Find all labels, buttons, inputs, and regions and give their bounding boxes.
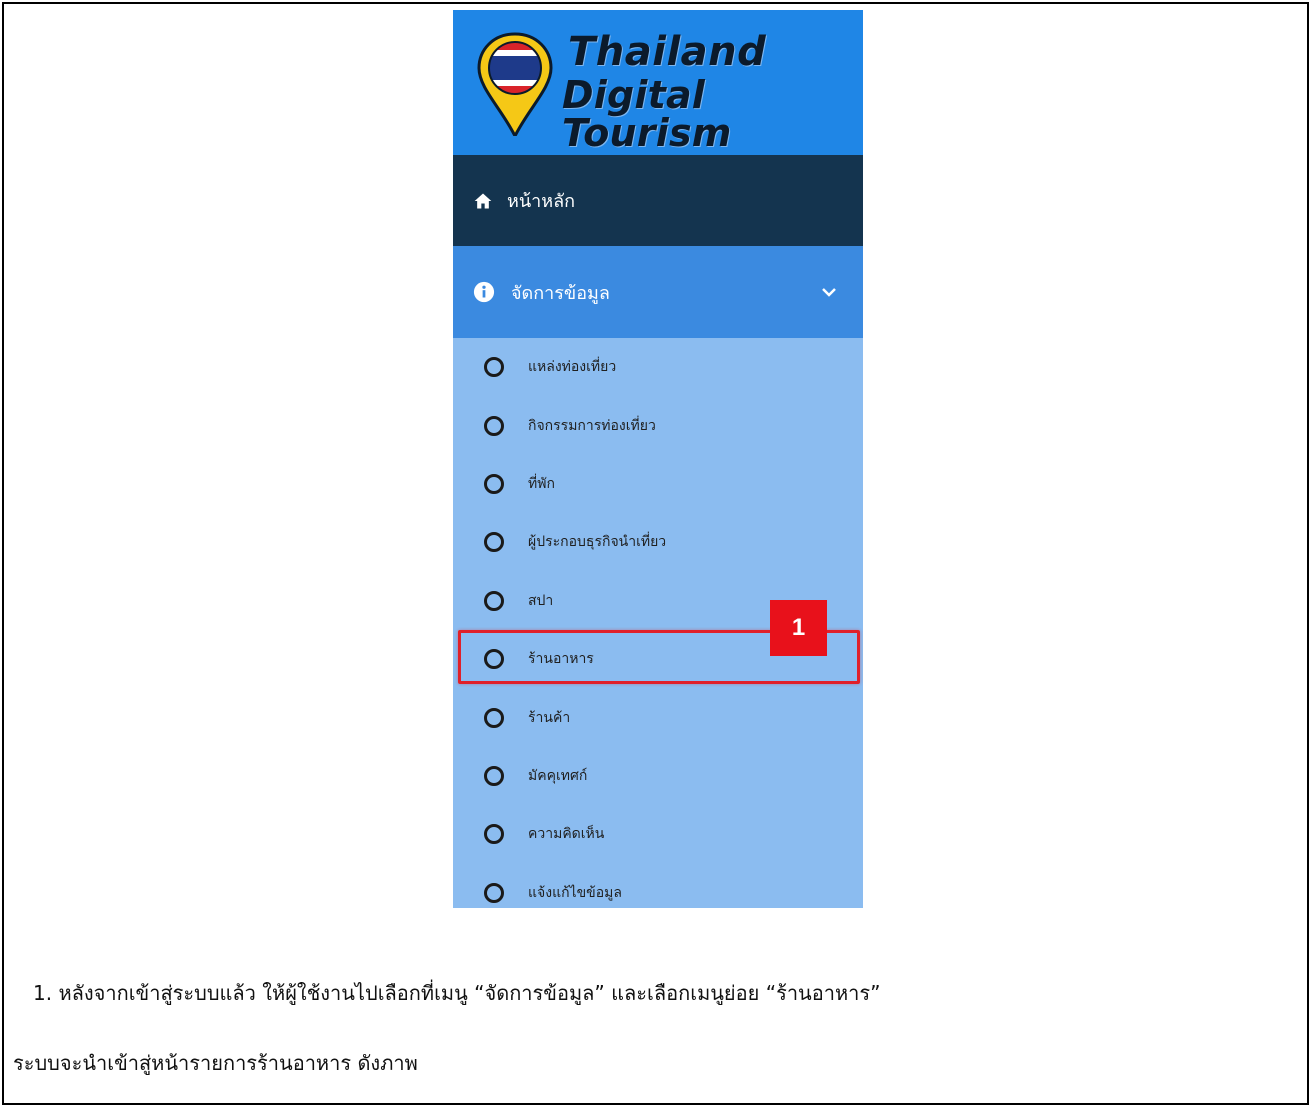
submenu-item-tour-operators[interactable]: ผู้ประกอบธุรกิจนำเที่ยว [453, 513, 863, 571]
submenu-item-label: สปา [528, 592, 554, 609]
circle-icon [484, 532, 504, 553]
submenu-item-shops[interactable]: ร้านค้า [453, 688, 863, 746]
sidebar: Thailand Digital Tourism หน้าหลัก จัดการ… [453, 10, 863, 908]
circle-icon [484, 824, 504, 845]
chevron-down-icon[interactable] [821, 284, 837, 300]
submenu-item-label: ผู้ประกอบธุรกิจนำเที่ยว [528, 534, 667, 551]
menu-home-label: หน้าหลัก [507, 191, 576, 212]
home-icon [474, 193, 492, 208]
logo-area[interactable]: Thailand Digital Tourism [453, 10, 863, 155]
submenu-item-comments[interactable]: ความคิดเห็น [453, 805, 863, 863]
submenu-item-attractions[interactable]: แหล่งท่องเที่ยว [453, 338, 863, 396]
logo-line1: Thailand [568, 29, 767, 75]
submenu-item-guides[interactable]: มัคคุเทศก์ [453, 747, 863, 805]
caption-line-2: ระบบจะนำเข้าสู่หน้ารายการร้านอาหาร ดังภา… [13, 1051, 418, 1075]
submenu-item-report-edit[interactable]: แจ้งแก้ไขข้อมูล [453, 864, 863, 908]
info-icon [473, 281, 495, 303]
circle-icon [484, 707, 504, 728]
submenu-item-label: กิจกรรมการท่องเที่ยว [528, 417, 656, 434]
circle-icon [484, 357, 504, 378]
logo-line2: Digital Tourism [562, 73, 732, 155]
menu-manage-data[interactable]: จัดการข้อมูล [453, 246, 863, 338]
submenu-item-label: แหล่งท่องเที่ยว [528, 359, 617, 376]
menu-home[interactable]: หน้าหลัก [453, 155, 863, 246]
circle-icon [484, 415, 504, 436]
circle-icon [484, 765, 504, 786]
caption-line-1: 1. หลังจากเข้าสู่ระบบแล้ว ให้ผู้ใช้งานไป… [33, 981, 881, 1005]
circle-icon [484, 590, 504, 611]
circle-icon [484, 473, 504, 494]
submenu-item-label: มัคคุเทศก์ [528, 767, 588, 784]
circle-icon [484, 882, 504, 903]
submenu-item-label: ความคิดเห็น [528, 826, 605, 843]
map-pin-flag-icon [477, 32, 553, 136]
submenu-item-activities[interactable]: กิจกรรมการท่องเที่ยว [453, 396, 863, 454]
submenu-item-accommodation[interactable]: ที่พัก [453, 455, 863, 513]
submenu-item-label: แจ้งแก้ไขข้อมูล [528, 884, 622, 901]
step-badge: 1 [770, 600, 827, 656]
submenu-item-label: ที่พัก [528, 475, 555, 492]
submenu-item-label: ร้านค้า [528, 709, 571, 726]
logo-text: Thailand Digital Tourism [562, 29, 863, 152]
menu-manage-label: จัดการข้อมูล [511, 282, 610, 304]
